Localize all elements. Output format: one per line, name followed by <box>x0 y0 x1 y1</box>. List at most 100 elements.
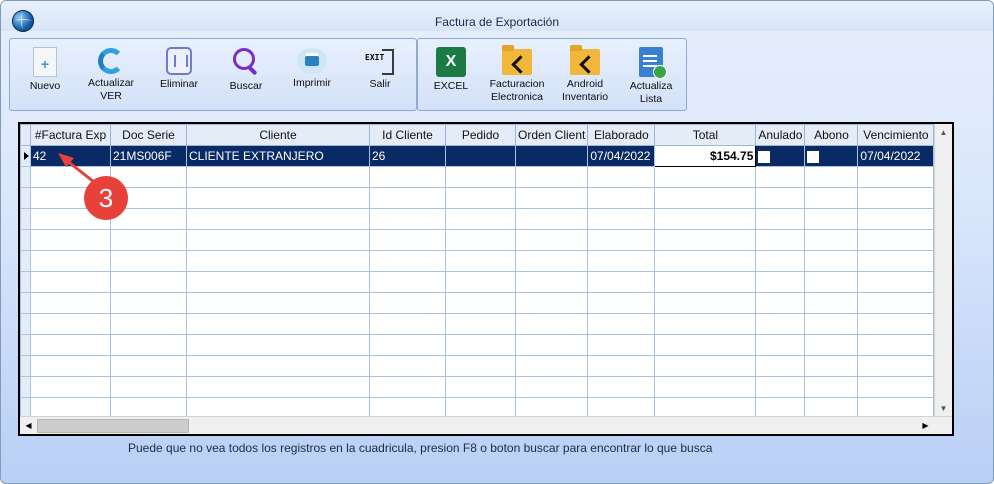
nuevo-button[interactable]: Nuevo <box>12 45 78 107</box>
empty-cell <box>30 313 111 335</box>
empty-cell <box>755 376 806 398</box>
abono-checkbox[interactable] <box>807 150 820 163</box>
horizontal-scrollbar[interactable]: ◀ ▶ <box>20 416 952 434</box>
empty-cell <box>514 271 589 293</box>
empty-row <box>20 313 935 335</box>
actualizar-label: Actualizar VER <box>87 77 135 102</box>
buscar-label: Buscar <box>229 80 263 92</box>
row-header <box>20 208 31 230</box>
row-header <box>20 187 31 209</box>
empty-cell <box>587 229 656 251</box>
empty-cell <box>857 229 935 251</box>
cell-cliente[interactable]: CLIENTE EXTRANJERO <box>186 145 370 167</box>
empty-cell <box>755 208 806 230</box>
empty-cell <box>30 229 111 251</box>
table-row[interactable]: 42 21MS006F CLIENTE EXTRANJERO 26 07/04/… <box>20 145 935 167</box>
scroll-left-icon[interactable]: ◀ <box>22 419 35 432</box>
row-header <box>20 355 31 377</box>
empty-cell <box>804 229 859 251</box>
empty-cell <box>186 229 370 251</box>
empty-row <box>20 250 935 272</box>
empty-cell <box>514 355 589 377</box>
eliminar-label: Eliminar <box>160 78 198 90</box>
scroll-right-icon[interactable]: ▶ <box>919 419 932 432</box>
cell-pedido[interactable] <box>445 145 516 167</box>
facturacion-electronica-button[interactable]: Facturacion Electronica <box>484 45 550 107</box>
empty-cell <box>186 334 370 356</box>
excel-button[interactable]: X EXCEL <box>418 45 484 107</box>
empty-cell <box>654 271 757 293</box>
search-icon <box>231 47 261 77</box>
col-orden-client[interactable]: Orden Client <box>514 124 589 146</box>
cell-doc-serie[interactable]: 21MS006F <box>110 145 187 167</box>
actualizar-button[interactable]: Actualizar VER <box>78 45 144 107</box>
col-factura[interactable]: #Factura Exp <box>30 124 111 146</box>
buscar-button[interactable]: Buscar <box>213 45 279 107</box>
invoice-grid[interactable]: #Factura Exp Doc Serie Cliente Id Client… <box>18 122 954 436</box>
empty-cell <box>857 250 935 272</box>
scroll-down-icon[interactable]: ▼ <box>937 402 950 415</box>
empty-row <box>20 166 935 188</box>
cell-factura[interactable]: 42 <box>30 145 111 167</box>
empty-cell <box>110 271 187 293</box>
empty-cell <box>514 313 589 335</box>
col-elaborado[interactable]: Elaborado <box>587 124 656 146</box>
empty-cell <box>369 376 446 398</box>
empty-cell <box>110 229 187 251</box>
col-total[interactable]: Total <box>654 124 757 146</box>
empty-cell <box>445 229 516 251</box>
salir-button[interactable]: EXIT Salir <box>347 45 413 107</box>
col-pedido[interactable]: Pedido <box>445 124 516 146</box>
col-vencimiento[interactable]: Vencimiento <box>857 124 935 146</box>
anulado-checkbox[interactable] <box>758 150 771 163</box>
col-doc-serie[interactable]: Doc Serie <box>110 124 187 146</box>
empty-cell <box>857 334 935 356</box>
cell-anulado[interactable] <box>755 145 806 167</box>
empty-cell <box>755 271 806 293</box>
empty-cell <box>804 208 859 230</box>
scroll-up-icon[interactable]: ▲ <box>937 126 950 139</box>
empty-cell <box>514 166 589 188</box>
empty-cell <box>857 208 935 230</box>
empty-cell <box>514 250 589 272</box>
scroll-thumb[interactable] <box>37 419 189 433</box>
folder-arrow-icon <box>502 45 532 75</box>
col-cliente[interactable]: Cliente <box>186 124 370 146</box>
annotation-marker: 3 <box>84 176 128 220</box>
android-inventario-button[interactable]: Android Inventario <box>552 45 618 107</box>
empty-cell <box>804 313 859 335</box>
cell-total[interactable]: $154.75 <box>654 145 757 167</box>
empty-cell <box>755 313 806 335</box>
window: Factura de Exportación Nuevo Actualizar … <box>0 0 994 484</box>
empty-cell <box>804 166 859 188</box>
facturacion-label: Facturacion Electronica <box>489 78 545 103</box>
trash-icon <box>166 47 192 75</box>
cell-vencimiento[interactable]: 07/04/2022 <box>857 145 935 167</box>
empty-cell <box>587 187 656 209</box>
empty-cell <box>369 271 446 293</box>
empty-cell <box>186 166 370 188</box>
cell-id-cliente[interactable]: 26 <box>369 145 446 167</box>
cell-abono[interactable] <box>804 145 859 167</box>
actualiza-lista-button[interactable]: Actualiza Lista <box>618 45 684 107</box>
empty-cell <box>755 229 806 251</box>
empty-cell <box>186 313 370 335</box>
empty-cell <box>110 376 187 398</box>
empty-cell <box>587 376 656 398</box>
col-id-cliente[interactable]: Id Cliente <box>369 124 446 146</box>
empty-cell <box>369 166 446 188</box>
vertical-scrollbar[interactable]: ▲ ▼ <box>934 124 952 417</box>
imprimir-button[interactable]: Imprimir <box>279 45 345 107</box>
col-abono[interactable]: Abono <box>804 124 859 146</box>
eliminar-button[interactable]: Eliminar <box>146 45 212 107</box>
empty-cell <box>445 208 516 230</box>
empty-cell <box>369 229 446 251</box>
cell-elaborado[interactable]: 07/04/2022 <box>587 145 656 167</box>
col-anulado[interactable]: Anulado <box>755 124 806 146</box>
empty-cell <box>587 292 656 314</box>
empty-cell <box>755 292 806 314</box>
cell-orden[interactable] <box>514 145 589 167</box>
empty-cell <box>857 187 935 209</box>
row-header <box>20 334 31 356</box>
empty-cell <box>110 250 187 272</box>
